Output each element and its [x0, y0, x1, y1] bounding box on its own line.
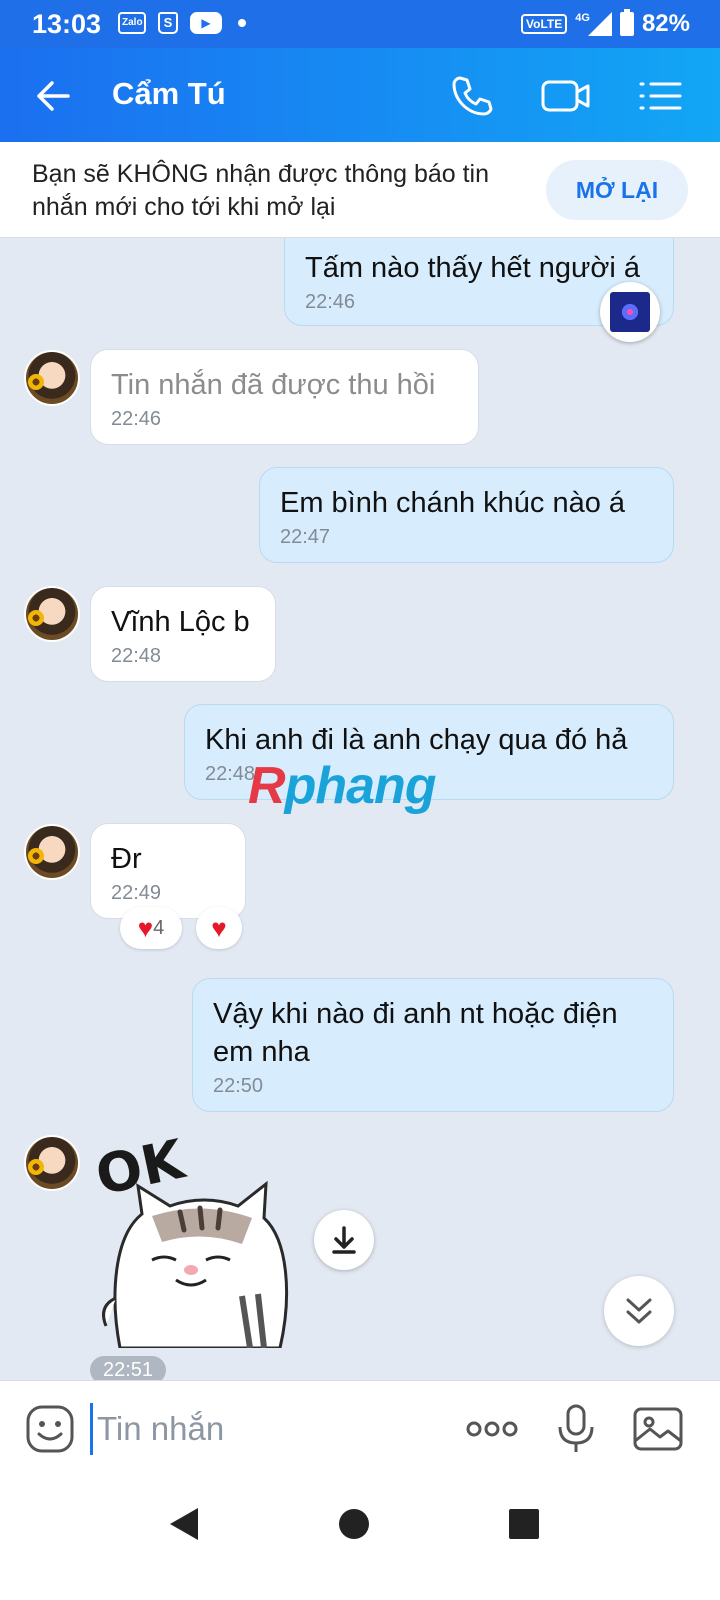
avatar[interactable]: [24, 1135, 80, 1191]
message-bubble-outgoing[interactable]: Vậy khi nào đi anh nt hoặc điện em nha 2…: [192, 978, 674, 1112]
notification-icons: Zalo S ▶: [118, 12, 246, 34]
microphone-icon: [558, 1404, 594, 1452]
shopee-icon: S: [158, 12, 178, 34]
mute-banner: Bạn sẽ KHÔNG nhận được thông báo tin nhắ…: [0, 142, 720, 238]
status-time: 13:03: [32, 9, 102, 39]
message-bubble-incoming[interactable]: Đr 22:49: [90, 823, 246, 919]
more-options-button[interactable]: [464, 1403, 520, 1455]
back-arrow-icon: [37, 81, 70, 111]
watermark-logo: Rphang: [248, 757, 437, 815]
message-text: Vậy khi nào đi anh nt hoặc điện em nha: [213, 998, 618, 1068]
image-button[interactable]: [632, 1403, 684, 1455]
list-menu-icon: [639, 82, 682, 110]
add-reaction-button[interactable]: ♥: [196, 907, 242, 949]
scroll-to-bottom-button[interactable]: [604, 1276, 674, 1346]
more-options-icon: [466, 1421, 518, 1437]
back-nav-icon: [170, 1508, 198, 1540]
chat-header: Cẩm Tú: [0, 48, 720, 142]
video-call-icon: [541, 80, 590, 112]
message-text: Vĩnh Lộc b: [111, 606, 250, 638]
message-text: Em bình chánh khúc nào á: [280, 487, 626, 519]
contact-name[interactable]: Cẩm Tú: [112, 76, 226, 112]
cat-ok-sticker[interactable]: OK: [90, 1128, 304, 1348]
recalled-message-text: Tin nhắn đã được thu hồi: [111, 369, 436, 401]
mute-notice-text: Bạn sẽ KHÔNG nhận được thông báo tin nhắ…: [32, 160, 490, 221]
battery-level: 82%: [641, 10, 690, 37]
menu-button[interactable]: [636, 72, 684, 120]
message-time: 22:49: [111, 882, 162, 904]
emoji-button[interactable]: [24, 1403, 76, 1455]
message-input[interactable]: [90, 1403, 430, 1455]
double-chevron-down-icon: [626, 1298, 652, 1324]
message-text: Đr: [111, 843, 142, 875]
download-icon: [332, 1226, 356, 1254]
reaction-count: 4: [153, 916, 165, 939]
chat-area[interactable]: Tấm nào thấy hết người á 22:46 Tin nhắn …: [0, 238, 720, 1406]
message-time: 22:46: [111, 408, 162, 430]
avatar[interactable]: [24, 350, 80, 406]
status-right: VoLTE 4G 82%: [521, 9, 690, 38]
message-input-bar: [0, 1380, 720, 1476]
phone-icon: [452, 76, 493, 116]
cat-icon: [102, 1180, 289, 1348]
recents-nav-icon: [509, 1509, 539, 1539]
call-button[interactable]: [448, 72, 496, 120]
back-button[interactable]: [32, 74, 76, 118]
battery-icon: [619, 9, 634, 36]
emoji-icon: [26, 1405, 74, 1453]
message-reaction[interactable]: [600, 282, 660, 342]
avatar[interactable]: [24, 824, 80, 880]
dot-icon: [238, 19, 246, 27]
reopen-notifications-button[interactable]: MỞ LẠI: [546, 160, 688, 220]
message-bubble-incoming[interactable]: Tin nhắn đã được thu hồi 22:46: [90, 349, 479, 445]
reaction-count-pill[interactable]: ♥ 4: [120, 907, 182, 949]
nav-back-button[interactable]: [164, 1504, 204, 1544]
avatar[interactable]: [24, 586, 80, 642]
message-time: 22:47: [280, 526, 331, 548]
status-bar: 13:03 Zalo S ▶ VoLTE 4G 82%: [0, 0, 720, 48]
signal-icon: [587, 12, 612, 36]
firework-icon: [610, 292, 650, 332]
download-button[interactable]: [314, 1210, 374, 1270]
youtube-icon: ▶: [190, 12, 222, 34]
voice-button[interactable]: [550, 1403, 602, 1455]
message-text: Khi anh đi là anh chạy qua đó hả: [205, 724, 628, 756]
system-nav-bar: [0, 1476, 720, 1600]
message-bubble-outgoing[interactable]: Em bình chánh khúc nào á 22:47: [259, 467, 674, 563]
video-call-button[interactable]: [540, 72, 590, 120]
zalo-icon: Zalo: [118, 12, 146, 34]
message-time: 22:50: [213, 1075, 264, 1097]
image-icon: [633, 1407, 683, 1451]
volte-icon: VoLTE: [521, 14, 568, 34]
nav-recents-button[interactable]: [504, 1504, 544, 1544]
heart-icon: ♥: [211, 913, 227, 943]
home-nav-icon: [339, 1509, 369, 1539]
message-bubble-incoming[interactable]: Vĩnh Lộc b 22:48: [90, 586, 276, 682]
nav-home-button[interactable]: [334, 1504, 374, 1544]
message-time: 22:48: [111, 645, 162, 667]
message-text: Tấm nào thấy hết người á: [305, 252, 641, 284]
heart-icon: ♥: [137, 913, 154, 943]
